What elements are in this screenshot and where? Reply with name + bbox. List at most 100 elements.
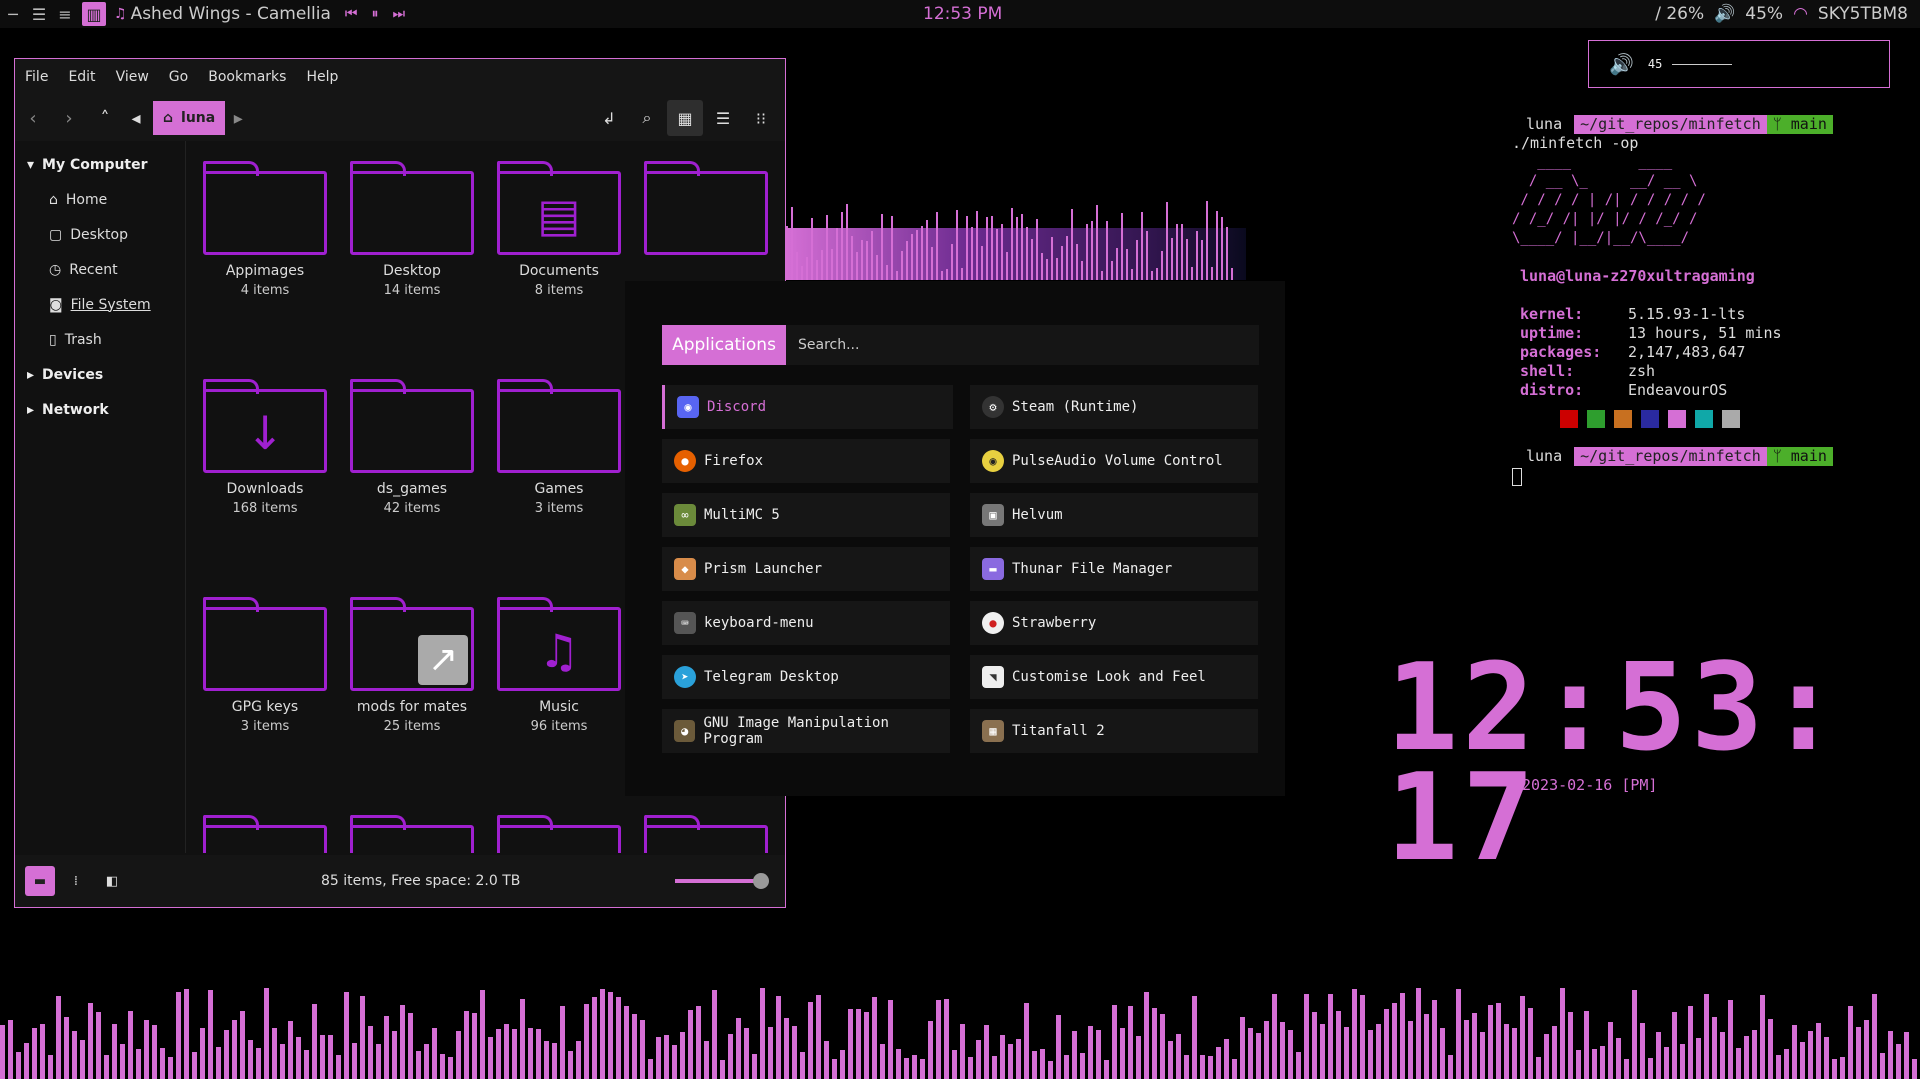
app-keyboard-menu[interactable]: ⌨ keyboard-menu <box>662 601 950 645</box>
app-strawberry[interactable]: ● Strawberry <box>970 601 1258 645</box>
app-gimp[interactable]: ◕ GNU Image Manipulation Program <box>662 709 950 753</box>
visualizer-bar <box>1608 1021 1613 1079</box>
visualizer-bar <box>160 1047 165 1079</box>
menu-go[interactable]: Go <box>159 69 198 85</box>
visualizer-bar <box>1080 1052 1085 1079</box>
app-discord[interactable]: ◉ Discord <box>662 385 953 429</box>
sidebar-item-desktop[interactable]: ▢ Desktop <box>15 217 185 252</box>
menu-icon[interactable]: ≡ <box>52 0 78 28</box>
folder-appimages[interactable]: Appimages 4 items <box>195 161 335 361</box>
folder-desktop[interactable]: Desktop 14 items <box>342 161 482 361</box>
folder-count: 168 items <box>232 501 298 516</box>
compact-view-icon[interactable]: ⁝⁝ <box>743 100 779 136</box>
launcher-search-input[interactable]: Search... <box>786 325 1259 365</box>
app-label: PulseAudio Volume Control <box>1012 453 1223 469</box>
menu-file[interactable]: File <box>15 69 58 85</box>
app-steam[interactable]: ⚙ Steam (Runtime) <box>970 385 1258 429</box>
zoom-slider-handle[interactable] <box>753 873 769 889</box>
toggle-sidebar-icon[interactable]: ◧ <box>97 866 127 896</box>
folder-gpg-keys[interactable]: GPG keys 3 items <box>195 597 335 797</box>
breadcrumb-luna[interactable]: ⌂ luna <box>153 101 226 135</box>
visualizer-bar <box>208 990 213 1079</box>
zoom-slider[interactable] <box>675 879 765 883</box>
sidebar-section-devices[interactable]: ▸ Devices <box>15 357 185 392</box>
app-multimc[interactable]: ∞ MultiMC 5 <box>662 493 950 537</box>
wifi-icon[interactable]: ◠ <box>1793 4 1808 24</box>
folder-music[interactable]: ♫ Music 96 items <box>489 597 629 797</box>
visualizer-bar <box>240 1011 245 1079</box>
sidebar-section-my-computer[interactable]: ▾ My Computer <box>15 147 185 182</box>
sidebar-item-home[interactable]: ⌂ Home <box>15 182 185 217</box>
pulseaudio-icon: ◉ <box>982 450 1004 472</box>
media-title: Ashed Wings - Camellia <box>130 4 331 24</box>
pause-icon[interactable]: ⏸ <box>372 6 379 22</box>
breadcrumb-left-icon[interactable]: ◂ <box>123 100 149 136</box>
app-pulseaudio[interactable]: ◉ PulseAudio Volume Control <box>970 439 1258 483</box>
folder-partial[interactable] <box>489 815 629 853</box>
folder-ds-games[interactable]: ds_games 42 items <box>342 379 482 579</box>
info-row: kernel: 5.15.93-1-lts <box>1520 305 1900 324</box>
app-telegram[interactable]: ➤ Telegram Desktop <box>662 655 950 699</box>
minimize-icon[interactable]: ─ <box>0 0 26 28</box>
list-view-icon[interactable]: ☰ <box>705 100 741 136</box>
visualizer-bar <box>1016 1039 1021 1079</box>
panel-clock[interactable]: 12:53 PM <box>923 4 1002 24</box>
folder-games[interactable]: Games 3 items <box>489 379 629 579</box>
visualizer-bar <box>512 1028 517 1079</box>
visualizer-bar <box>632 1013 637 1079</box>
search-icon[interactable]: ⌕ <box>629 100 665 136</box>
previous-track-icon[interactable]: ⏮ <box>345 6 358 22</box>
back-icon[interactable]: ‹ <box>15 100 51 136</box>
applications-tab[interactable]: Applications <box>662 325 786 365</box>
folder-partial[interactable] <box>636 815 776 853</box>
sidebar-section-network[interactable]: ▸ Network <box>15 392 185 427</box>
battery-indicator[interactable]: / 26% <box>1655 4 1704 24</box>
visualizer-bar <box>1320 1024 1325 1079</box>
terminal[interactable]: luna ~/git_repos/minfetch ᛘ main ./minfe… <box>1512 114 1900 486</box>
folder-partial[interactable] <box>342 815 482 853</box>
icon-view-icon[interactable]: ▦ <box>667 100 703 136</box>
folder-downloads[interactable]: ↓ Downloads 168 items <box>195 379 335 579</box>
visualizer-bar <box>904 1058 909 1079</box>
visualizer-bar <box>926 219 928 280</box>
sidebar-item-label: Home <box>65 191 108 208</box>
visualizer-bar <box>136 1049 141 1079</box>
forward-icon[interactable]: › <box>51 100 87 136</box>
sidebar-item-file-system[interactable]: ◙ File System <box>15 287 185 322</box>
app-titanfall[interactable]: ▦ Titanfall 2 <box>970 709 1258 753</box>
menu-view[interactable]: View <box>106 69 159 85</box>
visualizer-bar <box>968 1057 973 1079</box>
app-prism-launcher[interactable]: ◆ Prism Launcher <box>662 547 950 591</box>
app-label: Discord <box>707 399 767 415</box>
sidebar-item-trash[interactable]: ▯ Trash <box>15 322 185 357</box>
menu-bookmarks[interactable]: Bookmarks <box>198 69 296 85</box>
visualizer-bar <box>760 987 765 1079</box>
folder-icon <box>644 815 768 853</box>
visualizer-bar <box>328 1035 333 1079</box>
visualizer-bar <box>1001 224 1003 280</box>
folder-documents[interactable]: ▤ Documents 8 items <box>489 161 629 361</box>
breadcrumb-right-icon[interactable]: ▸ <box>225 100 251 136</box>
volume-indicator[interactable]: 45% <box>1745 4 1783 24</box>
network-name[interactable]: SKY5TBM8 <box>1818 4 1908 24</box>
folder-icon <box>203 815 327 853</box>
app-thunar[interactable]: ▬ Thunar File Manager <box>970 547 1258 591</box>
workspace-icon[interactable]: ▥ <box>82 2 106 26</box>
sidebar-item-recent[interactable]: ◷ Recent <box>15 252 185 287</box>
volume-icon[interactable]: 🔊 <box>1714 4 1735 24</box>
app-customise-look[interactable]: ◥ Customise Look and Feel <box>970 655 1258 699</box>
menu-edit[interactable]: Edit <box>58 69 105 85</box>
folder-partial[interactable] <box>195 815 335 853</box>
up-icon[interactable]: ˄ <box>87 100 123 136</box>
places-pane-icon[interactable]: ▬ <box>25 866 55 896</box>
next-track-icon[interactable]: ⏭ <box>393 6 406 22</box>
tree-pane-icon[interactable]: ⁞ <box>61 866 91 896</box>
app-firefox[interactable]: ● Firefox <box>662 439 950 483</box>
desktop-icon: ▢ <box>49 226 63 243</box>
open-terminal-icon[interactable]: ↲ <box>591 100 627 136</box>
visualizer-bar <box>1776 1054 1781 1079</box>
layout-icon[interactable]: ☰ <box>26 0 52 28</box>
app-helvum[interactable]: ▣ Helvum <box>970 493 1258 537</box>
menu-help[interactable]: Help <box>296 69 348 85</box>
folder-mods-for-mates[interactable]: ↗ mods for mates 25 items <box>342 597 482 797</box>
